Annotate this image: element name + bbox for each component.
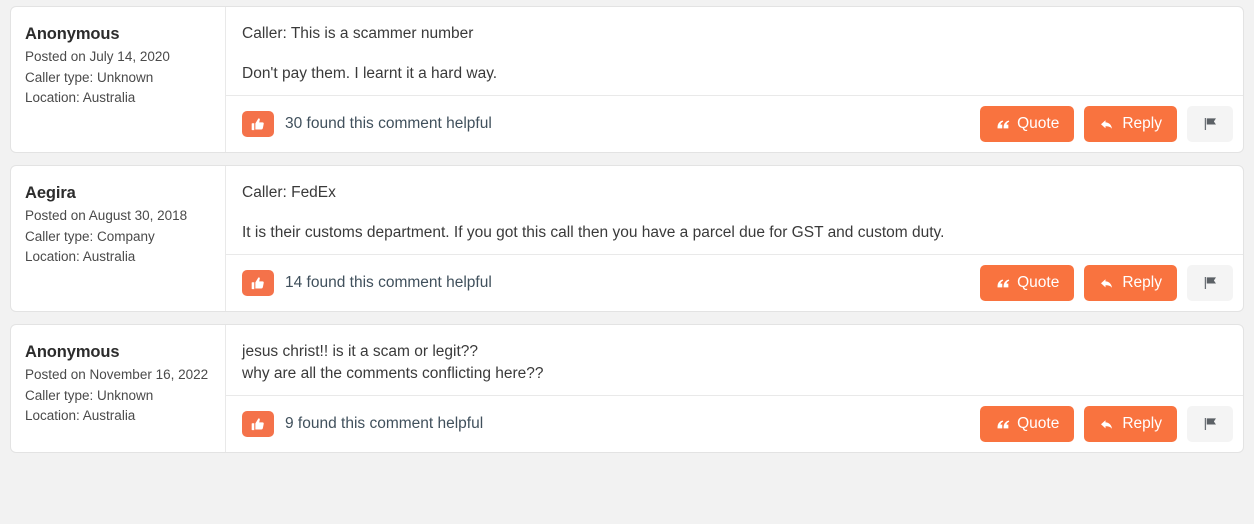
comment-content-column: Caller: This is a scammer number Don't pa…: [226, 7, 1243, 152]
reply-button[interactable]: Reply: [1084, 265, 1177, 301]
reply-button-label: Reply: [1122, 415, 1162, 432]
comment-content-column: jesus christ!! is it a scam or legit?? wh…: [226, 325, 1243, 452]
quote-button-label: Quote: [1017, 415, 1060, 432]
caller-location: Location: Australia: [25, 249, 136, 265]
reply-button[interactable]: Reply: [1084, 106, 1177, 142]
author-name: Aegira: [25, 184, 76, 202]
comment-footer: 9 found this comment helpful Quote Reply: [226, 395, 1243, 452]
helpful-group: 30 found this comment helpful: [242, 111, 492, 137]
quote-icon: [995, 117, 1010, 131]
report-flag-button[interactable]: [1187, 265, 1233, 301]
comment-actions: Quote Reply: [980, 406, 1233, 442]
author-name: Anonymous: [25, 25, 120, 43]
comment-content-column: Caller: FedEx It is their customs departm…: [226, 166, 1243, 311]
reply-arrow-icon: [1099, 276, 1115, 291]
caller-location: Location: Australia: [25, 408, 136, 424]
quote-button[interactable]: Quote: [980, 106, 1075, 142]
comment-body: Caller: This is a scammer number Don't pa…: [226, 7, 1243, 95]
thumbs-up-button[interactable]: [242, 411, 274, 437]
comment-actions: Quote Reply: [980, 265, 1233, 301]
caller-type: Caller type: Unknown: [25, 69, 154, 85]
caller-type: Caller type: Company: [25, 228, 155, 244]
flag-icon: [1202, 416, 1219, 432]
comment-body-line: Caller: FedEx: [242, 184, 336, 201]
report-flag-button[interactable]: [1187, 406, 1233, 442]
comment-actions: Quote Reply: [980, 106, 1233, 142]
comment-body-line: It is their customs department. If you g…: [242, 224, 945, 241]
caller-type: Caller type: Unknown: [25, 387, 154, 403]
flag-icon: [1202, 116, 1219, 132]
comment-body: jesus christ!! is it a scam or legit?? wh…: [226, 325, 1243, 395]
quote-icon: [995, 417, 1010, 431]
comment-body-line: why are all the comments conflicting her…: [242, 365, 544, 382]
thumbs-up-icon: [251, 276, 266, 291]
helpful-count-text: 30 found this comment helpful: [285, 115, 492, 132]
quote-button-label: Quote: [1017, 274, 1060, 291]
quote-icon: [995, 276, 1010, 290]
thumbs-up-icon: [251, 417, 266, 432]
thumbs-up-icon: [251, 117, 266, 132]
caller-location: Location: Australia: [25, 90, 136, 106]
flag-icon: [1202, 275, 1219, 291]
comment-body-line: jesus christ!! is it a scam or legit??: [242, 343, 479, 360]
reply-button-label: Reply: [1122, 115, 1162, 132]
thumbs-up-button[interactable]: [242, 111, 274, 137]
author-name: Anonymous: [25, 343, 120, 361]
comment-card: Aegira Posted on August 30, 2018 Caller …: [10, 165, 1244, 312]
comment-author-column: Anonymous Posted on November 16, 2022 Ca…: [11, 325, 226, 452]
comment-footer: 30 found this comment helpful Quote Repl…: [226, 95, 1243, 152]
thumbs-up-button[interactable]: [242, 270, 274, 296]
comment-card: Anonymous Posted on November 16, 2022 Ca…: [10, 324, 1244, 453]
comment-card: Anonymous Posted on July 14, 2020 Caller…: [10, 6, 1244, 153]
comment-body: Caller: FedEx It is their customs departm…: [226, 166, 1243, 254]
helpful-count-text: 14 found this comment helpful: [285, 274, 492, 291]
posted-date: Posted on August 30, 2018: [25, 208, 188, 224]
comment-body-line: Don't pay them. I learnt it a hard way.: [242, 65, 498, 82]
quote-button-label: Quote: [1017, 115, 1060, 132]
reply-arrow-icon: [1099, 117, 1115, 132]
quote-button[interactable]: Quote: [980, 406, 1075, 442]
comment-body-line: Caller: This is a scammer number: [242, 25, 474, 42]
report-flag-button[interactable]: [1187, 106, 1233, 142]
posted-date: Posted on July 14, 2020: [25, 49, 170, 65]
reply-arrow-icon: [1099, 417, 1115, 432]
comment-author-column: Anonymous Posted on July 14, 2020 Caller…: [11, 7, 226, 152]
reply-button[interactable]: Reply: [1084, 406, 1177, 442]
comment-footer: 14 found this comment helpful Quote Repl…: [226, 254, 1243, 311]
posted-date: Posted on November 16, 2022: [25, 367, 209, 383]
helpful-group: 9 found this comment helpful: [242, 411, 483, 437]
helpful-count-text: 9 found this comment helpful: [285, 415, 484, 432]
comment-author-column: Aegira Posted on August 30, 2018 Caller …: [11, 166, 226, 311]
reply-button-label: Reply: [1122, 274, 1162, 291]
quote-button[interactable]: Quote: [980, 265, 1075, 301]
comment-list: Anonymous Posted on July 14, 2020 Caller…: [0, 0, 1254, 453]
helpful-group: 14 found this comment helpful: [242, 270, 492, 296]
